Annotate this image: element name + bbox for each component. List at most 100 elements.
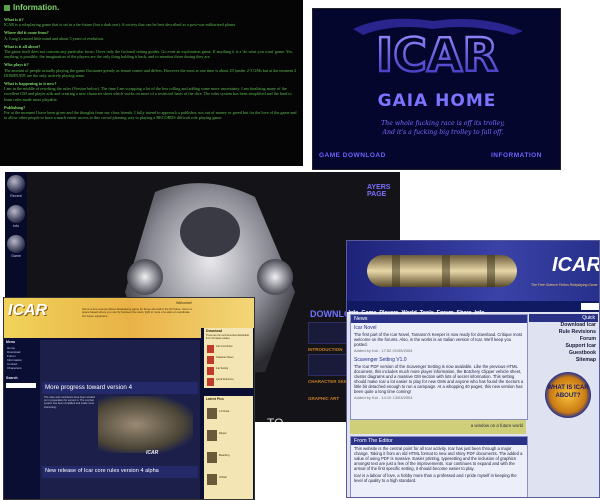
icar-orange-site-panel: ICAR Welcome! Icar is a free science-fic… bbox=[3, 297, 255, 500]
tagline-line-1: The whole fucking race is off its trolle… bbox=[381, 120, 505, 127]
orange-right-column: Download These are the recommended downl… bbox=[201, 328, 254, 499]
tagline-line-2: And it's a fucking big trolley to fall o… bbox=[382, 129, 504, 136]
latest-pics-heading: Latest Pics bbox=[206, 397, 224, 401]
blue-nav-bar: Info Game Players World Tools Forum Share Info bbox=[347, 301, 599, 316]
info-section: What is it? ICAR is a roleplaying game th… bbox=[4, 17, 237, 28]
info-page-panel: Information. What is it? ICAR is a rolepl… bbox=[0, 0, 303, 166]
news-text: The rules and mechanics have been worked… bbox=[44, 396, 95, 409]
menu-item[interactable]: Characters bbox=[4, 366, 38, 370]
welcome-heading: Welcome! bbox=[176, 301, 192, 305]
information-link[interactable]: INFORMATION bbox=[491, 152, 542, 159]
bird-image bbox=[98, 396, 193, 453]
pic-caption: 1.0 Dusk bbox=[219, 410, 230, 413]
sidebar-label-recent: Recent bbox=[10, 194, 22, 198]
future-world-strip: a window on a future world bbox=[350, 420, 526, 434]
icar-logo[interactable]: ICAR bbox=[8, 302, 47, 320]
sidebar-label-game: Game bbox=[11, 254, 21, 258]
info-icon[interactable] bbox=[7, 205, 25, 223]
game-icon[interactable] bbox=[7, 235, 25, 253]
search-label: Search bbox=[6, 376, 18, 380]
what-is-icar-badge[interactable]: WHAT IS ICAR ABOUT? bbox=[545, 372, 591, 418]
news-item-title[interactable]: Icar Novel bbox=[351, 323, 527, 331]
robot-gun-left bbox=[127, 259, 163, 295]
quick-link[interactable]: Download Icar bbox=[529, 322, 598, 329]
side-thumb bbox=[308, 354, 350, 376]
info-section: Publishing? For at the moment I have been… bbox=[4, 104, 297, 121]
news-item-date: Added by Kai - 17:52 01/05/2004 bbox=[354, 348, 413, 353]
side-link-introduction[interactable]: INTRODUCTION bbox=[308, 347, 343, 352]
info-section: Where did it come from? A: Lang's trusted… bbox=[4, 30, 104, 41]
download-row[interactable]: Quick Reference bbox=[207, 377, 251, 387]
download-row[interactable]: Character Sheet bbox=[207, 355, 251, 365]
blue-main-column: News Icar Novel The first part of the Ic… bbox=[350, 314, 528, 497]
welcome-block: Welcome! Icar is a free science-fiction … bbox=[82, 301, 192, 318]
pdf-icon bbox=[207, 345, 214, 353]
quick-link[interactable]: Forum bbox=[529, 336, 598, 343]
gaia-home-panel: ICAR GAIA HOME The whole fucking race is… bbox=[312, 8, 561, 170]
robot-gun-right bbox=[257, 259, 293, 295]
quick-link[interactable]: Sitemap bbox=[529, 357, 598, 364]
pdf-icon bbox=[207, 356, 214, 364]
news-item-title[interactable]: Scavenger Setting V1.0 bbox=[351, 355, 527, 363]
bird-caption: ICAR bbox=[146, 450, 159, 456]
sidebar-label-info: Info bbox=[13, 224, 19, 228]
side-link-graphic[interactable]: GRAPHIC ART bbox=[308, 396, 339, 401]
info-title: Information. bbox=[4, 3, 299, 13]
news-item-text: The Icar PDF version of the Scavenger Se… bbox=[354, 364, 524, 394]
players-page-link[interactable]: AYERS PAGE bbox=[367, 184, 400, 198]
orange-left-nav: Menu Home Download Forum Information Con… bbox=[4, 338, 38, 499]
icar-logo[interactable]: ICAR bbox=[552, 254, 599, 277]
orange-main-column: More progress toward version 4 The rules… bbox=[40, 340, 200, 499]
editor-text: This website is the central point for al… bbox=[354, 446, 523, 471]
strip-caption: a window on a future world bbox=[470, 423, 523, 428]
pic-caption: Orbital bbox=[219, 476, 227, 479]
news-heading-2: New release of Icar core rules version 4… bbox=[42, 466, 198, 478]
quick-link[interactable]: Rule Revisions bbox=[529, 329, 598, 336]
bottom-text: TO bbox=[267, 416, 283, 422]
info-section: What is it all about? The game itself doe… bbox=[4, 43, 293, 60]
download-box: Download These are the recommended downl… bbox=[204, 328, 253, 388]
editor-box: From The Editor This website is the cent… bbox=[350, 436, 528, 497]
recent-icon[interactable] bbox=[7, 175, 25, 193]
blue-right-column: Quick Download Icar Rule Revisions Forum… bbox=[529, 314, 598, 418]
gaia-home-title: GAIA HOME bbox=[378, 91, 497, 111]
news-box: News Icar Novel The first part of the Ic… bbox=[350, 314, 528, 420]
quick-link[interactable]: Support Icar bbox=[529, 343, 598, 350]
side-thumb bbox=[308, 322, 350, 344]
pic-caption: Ripper bbox=[219, 432, 227, 435]
news-item-date: Added by Kai - 14:10 13/03/2004 bbox=[354, 395, 413, 400]
robot-head bbox=[180, 207, 240, 257]
pdf-icon bbox=[207, 378, 214, 386]
news-heading: More progress toward version 4 bbox=[42, 382, 198, 394]
search-input[interactable] bbox=[6, 383, 36, 388]
quick-link[interactable]: Guestbook bbox=[529, 350, 598, 357]
download-heading[interactable]: DOWNLO bbox=[310, 309, 351, 319]
download-row[interactable]: Icar Core Rules bbox=[207, 344, 251, 354]
logo-subtitle: The Free Science Fiction Roleplaying Gam… bbox=[531, 283, 598, 287]
icar-logo-text: ICAR bbox=[376, 28, 498, 82]
editor-text-2: Icar is a labour of love, a hobby more t… bbox=[354, 473, 517, 483]
info-section: Who plays it? The amount of people actual… bbox=[4, 62, 297, 78]
pic-caption: Boarding bbox=[219, 454, 230, 457]
download-intro: These are the recommended downloads from… bbox=[206, 334, 249, 340]
latest-pics-box: Latest Pics 1.0 Dusk Ripper Boarding Orb… bbox=[204, 396, 253, 499]
game-download-link[interactable]: GAME DOWNLOAD bbox=[319, 152, 386, 159]
quick-heading: Quick bbox=[529, 314, 598, 322]
blue-banner: ICAR The Free Science Fiction Roleplayin… bbox=[347, 241, 599, 301]
pdf-icon bbox=[207, 367, 214, 375]
info-section: What is happening to it now? I am in the … bbox=[4, 81, 292, 102]
welcome-text: Icar is a free science-fiction Roleplayi… bbox=[82, 307, 192, 318]
pic-thumb[interactable] bbox=[207, 474, 217, 485]
pic-thumb[interactable] bbox=[207, 452, 217, 463]
icar-blue-site-panel: ICAR The Free Science Fiction Roleplayin… bbox=[346, 240, 600, 498]
pic-thumb[interactable] bbox=[207, 430, 217, 441]
gaia-logo-graphic: ICAR GAIA HOME bbox=[353, 18, 523, 111]
nav-search-input[interactable] bbox=[581, 303, 599, 310]
menu-heading: Menu bbox=[6, 340, 16, 344]
editor-heading: From The Editor bbox=[351, 437, 527, 445]
news-heading: News bbox=[351, 315, 527, 323]
download-row[interactable]: Icar Setting bbox=[207, 366, 251, 376]
pic-thumb[interactable] bbox=[207, 408, 217, 419]
info-icon bbox=[4, 4, 10, 11]
news-item-text: The first part of the Icar Novel, Tamaro… bbox=[354, 332, 523, 347]
